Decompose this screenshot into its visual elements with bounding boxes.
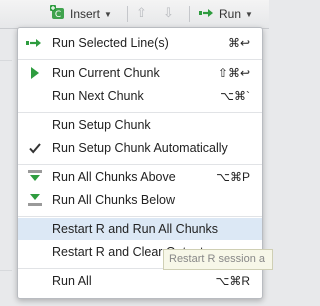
background-divider [0,60,12,61]
menu-item-run-all[interactable]: Run All ⌥⌘R [18,270,262,292]
menu-item-run-all-chunks-below[interactable]: Run All Chunks Below [18,189,262,211]
chevron-down-icon: ▼ [245,9,253,19]
menu-divider [18,112,262,113]
arrow-up-icon[interactable]: ⇧ [136,5,147,21]
menu-item-label: Run All Chunks Above [52,170,176,184]
menu-item-shortcut: ⇧⌘↩ [217,66,250,80]
run-label: Run [219,7,242,21]
svg-text:C: C [55,10,61,20]
menu-divider [18,216,262,217]
menu-item-run-setup-chunk[interactable]: Run Setup Chunk [18,114,262,136]
menu-item-run-all-chunks-above[interactable]: Run All Chunks Above ⌥⌘P [18,166,262,188]
menu-divider [18,59,262,60]
menu-item-label: Run Setup Chunk Automatically [52,141,228,155]
menu-item-shortcut: ⌥⌘P [216,170,250,184]
menu-item-run-selected-lines[interactable]: Run Selected Line(s) ⌘↩ [18,32,262,54]
menu-item-run-setup-chunk-automatically[interactable]: Run Setup Chunk Automatically [18,137,262,159]
checkmark-icon [18,142,52,154]
menu-item-label: Run Setup Chunk [52,118,151,132]
toolbar-divider [127,6,128,22]
play-triangle-icon [18,67,52,79]
chevron-down-icon: ▼ [104,9,112,19]
tooltip: Restart R session a [163,249,273,270]
arrow-down-icon[interactable]: ⇩ [163,5,174,21]
menu-item-label: Run Selected Line(s) [52,36,169,50]
toolbar-divider [189,6,190,22]
menu-divider [18,164,262,165]
run-selected-arrow-icon [18,37,52,49]
menu-item-label: Run Current Chunk [52,66,160,80]
run-above-icon [18,170,52,184]
menu-item-shortcut: ⌘↩ [227,36,250,50]
menu-item-label: Run Next Chunk [52,89,144,103]
menu-item-shortcut: ⌥⌘` [220,89,250,103]
insert-chunk-icon: C [50,4,66,24]
run-below-icon [18,193,52,207]
menu-item-label: Run All [52,274,92,288]
menu-item-shortcut: ⌥⌘R [215,274,251,288]
menu-item-run-current-chunk[interactable]: Run Current Chunk ⇧⌘↩ [18,62,262,84]
insert-chunk-button[interactable]: C Insert ▼ [50,4,112,24]
background-divider [0,270,12,271]
editor-toolbar: C Insert ▼ ⇧ ⇩ Run ▼ [0,0,269,29]
menu-item-label: Restart R and Run All Chunks [52,222,219,236]
insert-label: Insert [70,7,101,21]
run-button[interactable]: Run ▼ [199,5,253,23]
menu-item-restart-r-and-run-all-chunks[interactable]: Restart R and Run All Chunks [18,218,262,240]
menu-item-label: Run All Chunks Below [52,193,175,207]
menu-item-run-next-chunk[interactable]: Run Next Chunk ⌥⌘` [18,85,262,107]
run-arrow-icon [199,7,215,22]
